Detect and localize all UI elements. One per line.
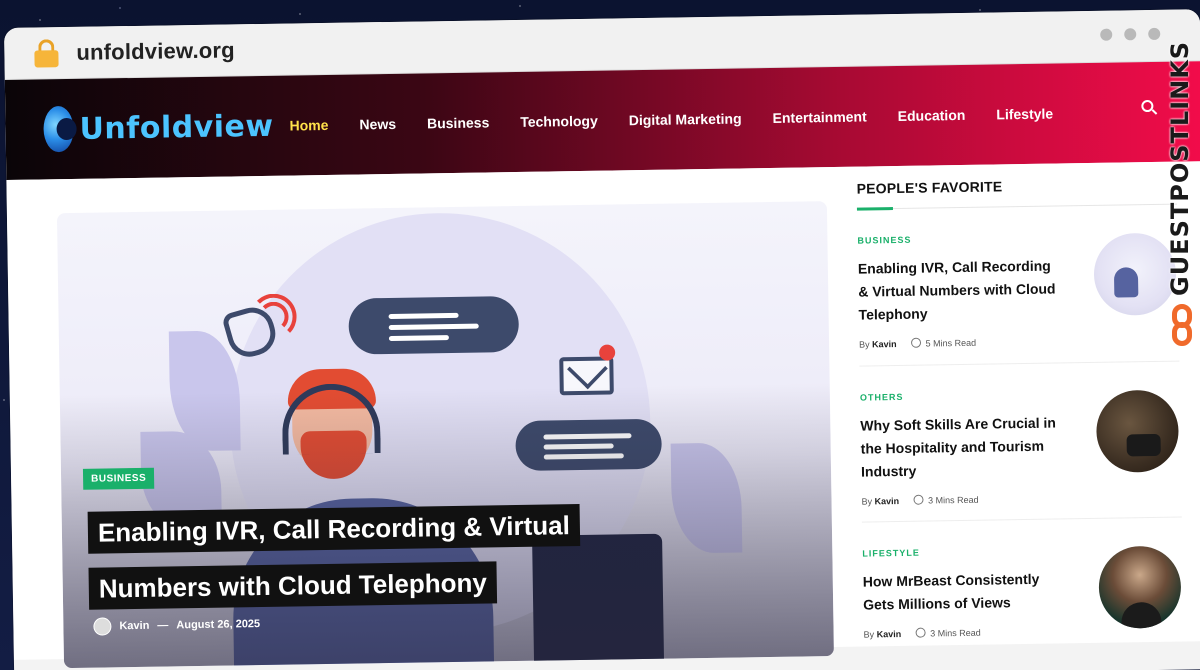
hero-article[interactable]: BUSINESS Enabling IVR, Call Recording & … <box>56 201 834 669</box>
post-title[interactable]: Why Soft Skills Are Crucial in the Hospi… <box>860 411 1061 483</box>
read-time: 3 Mins Read <box>912 494 979 506</box>
author-link[interactable]: Kavin <box>877 628 902 638</box>
post-thumbnail[interactable] <box>1095 389 1180 473</box>
nav-item-business[interactable]: Business <box>427 114 489 131</box>
hero-date: August 26, 2025 <box>176 618 261 632</box>
clock-icon <box>915 627 926 638</box>
sidebar: PEOPLE'S FAVORITE BUSINESS Enabling IVR,… <box>857 176 1185 670</box>
author-link[interactable]: Kavin <box>874 495 899 505</box>
main-nav: Home News Business Technology Digital Ma… <box>289 106 1053 134</box>
window-dot-icon[interactable] <box>1148 27 1161 41</box>
post-meta: By Kavin 3 Mins Read <box>861 491 1181 507</box>
post-thumbnail[interactable] <box>1098 545 1182 629</box>
hero-category-badge[interactable]: BUSINESS <box>82 467 155 490</box>
search-icon[interactable] <box>1141 99 1158 116</box>
nav-item-education[interactable]: Education <box>898 107 966 124</box>
avatar[interactable] <box>93 617 112 636</box>
clock-icon <box>910 337 921 348</box>
read-time-text: 3 Mins Read <box>930 627 981 639</box>
hero-author[interactable]: Kavin <box>119 620 149 632</box>
list-item[interactable]: OTHERS Why Soft Skills Are Crucial in th… <box>859 360 1182 522</box>
by-label: By <box>863 628 875 640</box>
nav-item-news[interactable]: News <box>359 116 396 133</box>
watermark: GUESTPOSTLINKS <box>1158 40 1200 356</box>
hero-title-text[interactable]: Enabling IVR, Call Recording & Virtual N… <box>87 504 581 610</box>
browser-window: unfoldview.org Unfoldview Home News Busi… <box>4 9 1200 670</box>
post-author: By Kavin <box>864 628 902 639</box>
meta-separator: — <box>157 619 169 632</box>
post-author: By Kavin <box>859 339 897 350</box>
window-dot-icon[interactable] <box>1124 28 1137 41</box>
nav-item-entertainment[interactable]: Entertainment <box>772 108 866 125</box>
chain-link-icon <box>1170 304 1194 348</box>
sidebar-title: PEOPLE'S FAVORITE <box>856 178 1003 197</box>
by-label: By <box>858 338 870 350</box>
url-text[interactable]: unfoldview.org <box>76 37 235 65</box>
post-title[interactable]: How MrBeast Consistently Gets Millions o… <box>863 567 1064 616</box>
hero-title[interactable]: Enabling IVR, Call Recording & Virtual N… <box>87 496 649 617</box>
logo-icon <box>43 105 74 153</box>
post-author: By Kavin <box>861 495 899 506</box>
read-time-text: 3 Mins Read <box>928 494 979 506</box>
logo-text: Unfoldview <box>79 108 274 147</box>
clock-icon <box>912 494 924 505</box>
hero-meta: Kavin — August 26, 2025 <box>93 615 260 636</box>
list-item[interactable]: LIFESTYLE How MrBeast Consistently Gets … <box>861 516 1185 670</box>
list-item[interactable]: BUSINESS Enabling IVR, Call Recording & … <box>857 205 1179 366</box>
nav-item-digital-marketing[interactable]: Digital Marketing <box>629 110 742 128</box>
nav-item-technology[interactable]: Technology <box>520 113 598 130</box>
lock-icon <box>34 38 59 68</box>
author-link[interactable]: Kavin <box>872 339 897 349</box>
window-controls <box>1100 27 1161 41</box>
read-time: 5 Mins Read <box>910 337 977 349</box>
post-meta: By Kavin 5 Mins Read <box>859 334 1179 350</box>
site-logo[interactable]: Unfoldview <box>43 103 274 153</box>
watermark-text: GUESTPOSTLINKS <box>1166 40 1194 296</box>
read-time-text: 5 Mins Read <box>925 337 977 349</box>
main-content: BUSINESS Enabling IVR, Call Recording & … <box>6 161 1200 670</box>
read-time: 3 Mins Read <box>915 627 981 639</box>
window-dot-icon[interactable] <box>1100 28 1113 41</box>
by-label: By <box>861 495 873 507</box>
site-header: Unfoldview Home News Business Technology… <box>4 61 1200 180</box>
nav-item-lifestyle[interactable]: Lifestyle <box>996 106 1053 123</box>
post-title[interactable]: Enabling IVR, Call Recording & Virtual N… <box>858 254 1059 326</box>
nav-item-home[interactable]: Home <box>289 117 328 134</box>
